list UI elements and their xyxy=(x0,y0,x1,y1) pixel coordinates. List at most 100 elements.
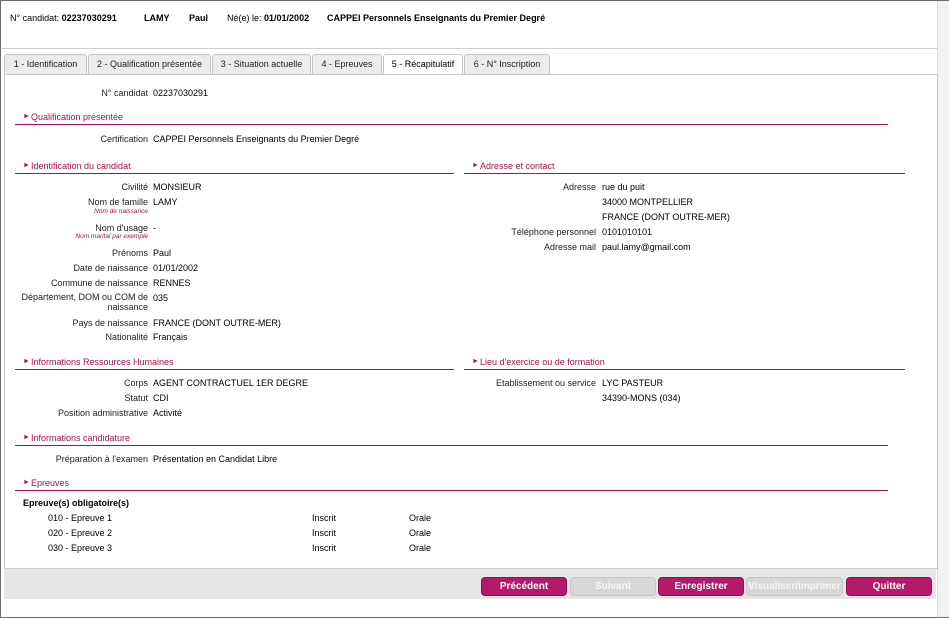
epreuve-status: Inscrit xyxy=(312,543,337,553)
section-title: Lieu d'exercice ou de formation xyxy=(480,357,605,367)
position-label: Position administrative xyxy=(57,408,148,418)
header-first-name: Paul xyxy=(189,13,209,23)
action-bar: Précédent Suivant Enregistrer Visualiser… xyxy=(4,568,936,599)
section-identification: ► Identification du candidat xyxy=(15,161,454,174)
nom-usage-label: Nom d'usage xyxy=(95,223,148,233)
corps-value: AGENT CONTRACTUEL 1ER DEGRE xyxy=(153,378,309,388)
header-birth: Né(e) le: 01/01/2002 xyxy=(227,13,309,23)
section-qualification: ► Qualification présentée xyxy=(15,112,888,125)
etablissement-line1: LYC PASTEUR xyxy=(602,378,664,388)
section-arrow-icon: ► xyxy=(23,479,30,486)
candidate-no-label: N° candidat xyxy=(101,88,148,98)
commune-value: RENNES xyxy=(153,278,191,288)
nom-famille-value: LAMY xyxy=(153,197,178,207)
section-title: Epreuves xyxy=(31,478,70,488)
preparation-label: Préparation à l'examen xyxy=(55,454,148,464)
certification-value: CAPPEI Personnels Enseignants du Premier… xyxy=(153,134,360,144)
quitter-button[interactable]: Quitter xyxy=(846,577,932,596)
suivant-button[interactable]: Suivant xyxy=(570,577,656,596)
header-birth-label: Né(e) le: xyxy=(227,13,262,23)
etablissement-line2: 34390-MONS (034) xyxy=(602,393,681,403)
tab-qualification[interactable]: 2 - Qualification présentée xyxy=(88,54,211,74)
certification-label: Certification xyxy=(100,134,148,144)
epreuve-status: Inscrit xyxy=(312,513,337,523)
candidate-header: N° candidat: 02237030291 LAMY Paul Né(e)… xyxy=(2,1,937,49)
departement-label: Département, DOM ou COM de naissance xyxy=(21,292,148,312)
epreuves-group-title: Epreuve(s) obligatoire(s) xyxy=(23,498,130,508)
statut-value: CDI xyxy=(153,393,169,403)
nom-usage-value: - xyxy=(153,223,156,233)
nom-famille-label: Nom de famille xyxy=(87,197,148,207)
candidate-no-value: 02237030291 xyxy=(153,88,209,98)
epreuve-mode: Orale xyxy=(409,513,432,523)
section-arrow-icon: ► xyxy=(23,358,30,365)
epreuve-status: Inscrit xyxy=(312,528,337,538)
commune-label: Commune de naissance xyxy=(50,278,148,288)
section-contact: ► Adresse et contact xyxy=(464,161,905,174)
tab-situation[interactable]: 3 - Situation actuelle xyxy=(212,54,311,74)
epreuve-name: 020 - Epreuve 2 xyxy=(48,528,113,538)
tab-epreuves[interactable]: 4 - Epreuves xyxy=(312,54,382,74)
epreuve-name: 010 - Epreuve 1 xyxy=(48,513,113,523)
section-title: Qualification présentée xyxy=(31,112,124,122)
email-value: paul.lamy@gmail.com xyxy=(602,242,691,252)
section-title: Informations Ressources Humaines xyxy=(31,357,174,367)
section-title: Adresse et contact xyxy=(480,161,555,171)
nationalite-label: Nationalité xyxy=(105,332,148,342)
visualiser-imprimer-button[interactable]: Visualiser/imprimer xyxy=(746,577,843,596)
section-title: Identification du candidat xyxy=(31,161,131,171)
section-epreuves: ► Epreuves xyxy=(15,478,888,491)
pays-label: Pays de naissance xyxy=(72,318,148,328)
precedent-button[interactable]: Précédent xyxy=(481,577,567,596)
nationalite-value: Français xyxy=(153,332,188,342)
prenoms-label: Prénoms xyxy=(111,248,148,258)
date-naissance-value: 01/01/2002 xyxy=(153,263,199,273)
section-title: Informations candidature xyxy=(31,433,131,443)
vertical-scrollbar[interactable] xyxy=(937,1,949,617)
date-naissance-label: Date de naissance xyxy=(73,263,148,273)
header-candidate-no: N° candidat: 02237030291 xyxy=(10,13,117,23)
adresse-label: Adresse xyxy=(562,182,596,192)
section-rh: ► Informations Ressources Humaines xyxy=(15,357,454,370)
pays-value: FRANCE (DONT OUTRE-MER) xyxy=(153,318,281,328)
tab-identification[interactable]: 1 - Identification xyxy=(4,54,87,74)
position-value: Activité xyxy=(153,408,183,418)
header-candidate-no-label: N° candidat: xyxy=(10,13,60,23)
header-candidate-no-value: 02237030291 xyxy=(61,13,117,23)
header-birth-value: 01/01/2002 xyxy=(264,13,310,23)
adresse-line2: 34000 MONTPELLIER xyxy=(602,197,694,207)
header-last-name: LAMY xyxy=(144,13,170,23)
telephone-value: 0101010101 xyxy=(602,227,653,237)
adresse-line1: rue du puit xyxy=(602,182,645,192)
section-arrow-icon: ► xyxy=(472,162,479,169)
prenoms-value: Paul xyxy=(153,248,172,258)
epreuve-name: 030 - Epreuve 3 xyxy=(48,543,113,553)
adresse-line3: FRANCE (DONT OUTRE-MER) xyxy=(602,212,730,222)
corps-label: Corps xyxy=(123,378,148,388)
tab-bar: 1 - Identification 2 - Qualification pré… xyxy=(4,54,936,75)
section-candidature: ► Informations candidature xyxy=(15,433,888,446)
epreuve-mode: Orale xyxy=(409,543,432,553)
etablissement-label: Etablissement ou service xyxy=(495,378,596,388)
civilite-value: MONSIEUR xyxy=(153,182,202,192)
statut-label: Statut xyxy=(124,393,148,403)
application-window: N° candidat: 02237030291 LAMY Paul Né(e)… xyxy=(0,0,949,618)
section-arrow-icon: ► xyxy=(472,358,479,365)
section-arrow-icon: ► xyxy=(23,162,30,169)
civilite-label: Civilité xyxy=(121,182,148,192)
section-lieu: ► Lieu d'exercice ou de formation xyxy=(464,357,905,370)
departement-value: 035 xyxy=(153,293,169,303)
tab-inscription[interactable]: 6 - N° Inscription xyxy=(464,54,550,74)
nom-usage-hint: Nom marital par exemple xyxy=(75,233,148,240)
header-qualification: CAPPEI Personnels Enseignants du Premier… xyxy=(327,13,546,23)
preparation-value: Présentation en Candidat Libre xyxy=(153,454,278,464)
section-arrow-icon: ► xyxy=(23,113,30,120)
section-arrow-icon: ► xyxy=(23,434,30,441)
tab-recapitulatif[interactable]: 5 - Récapitulatif xyxy=(383,54,463,75)
nom-famille-hint: Nom de naissance xyxy=(94,208,148,215)
enregistrer-button[interactable]: Enregistrer xyxy=(658,577,744,596)
recap-panel: N° candidat 02237030291 ► Qualification … xyxy=(4,74,938,569)
telephone-label: Téléphone personnel xyxy=(511,227,596,237)
epreuve-mode: Orale xyxy=(409,528,432,538)
email-label: Adresse mail xyxy=(543,242,596,252)
